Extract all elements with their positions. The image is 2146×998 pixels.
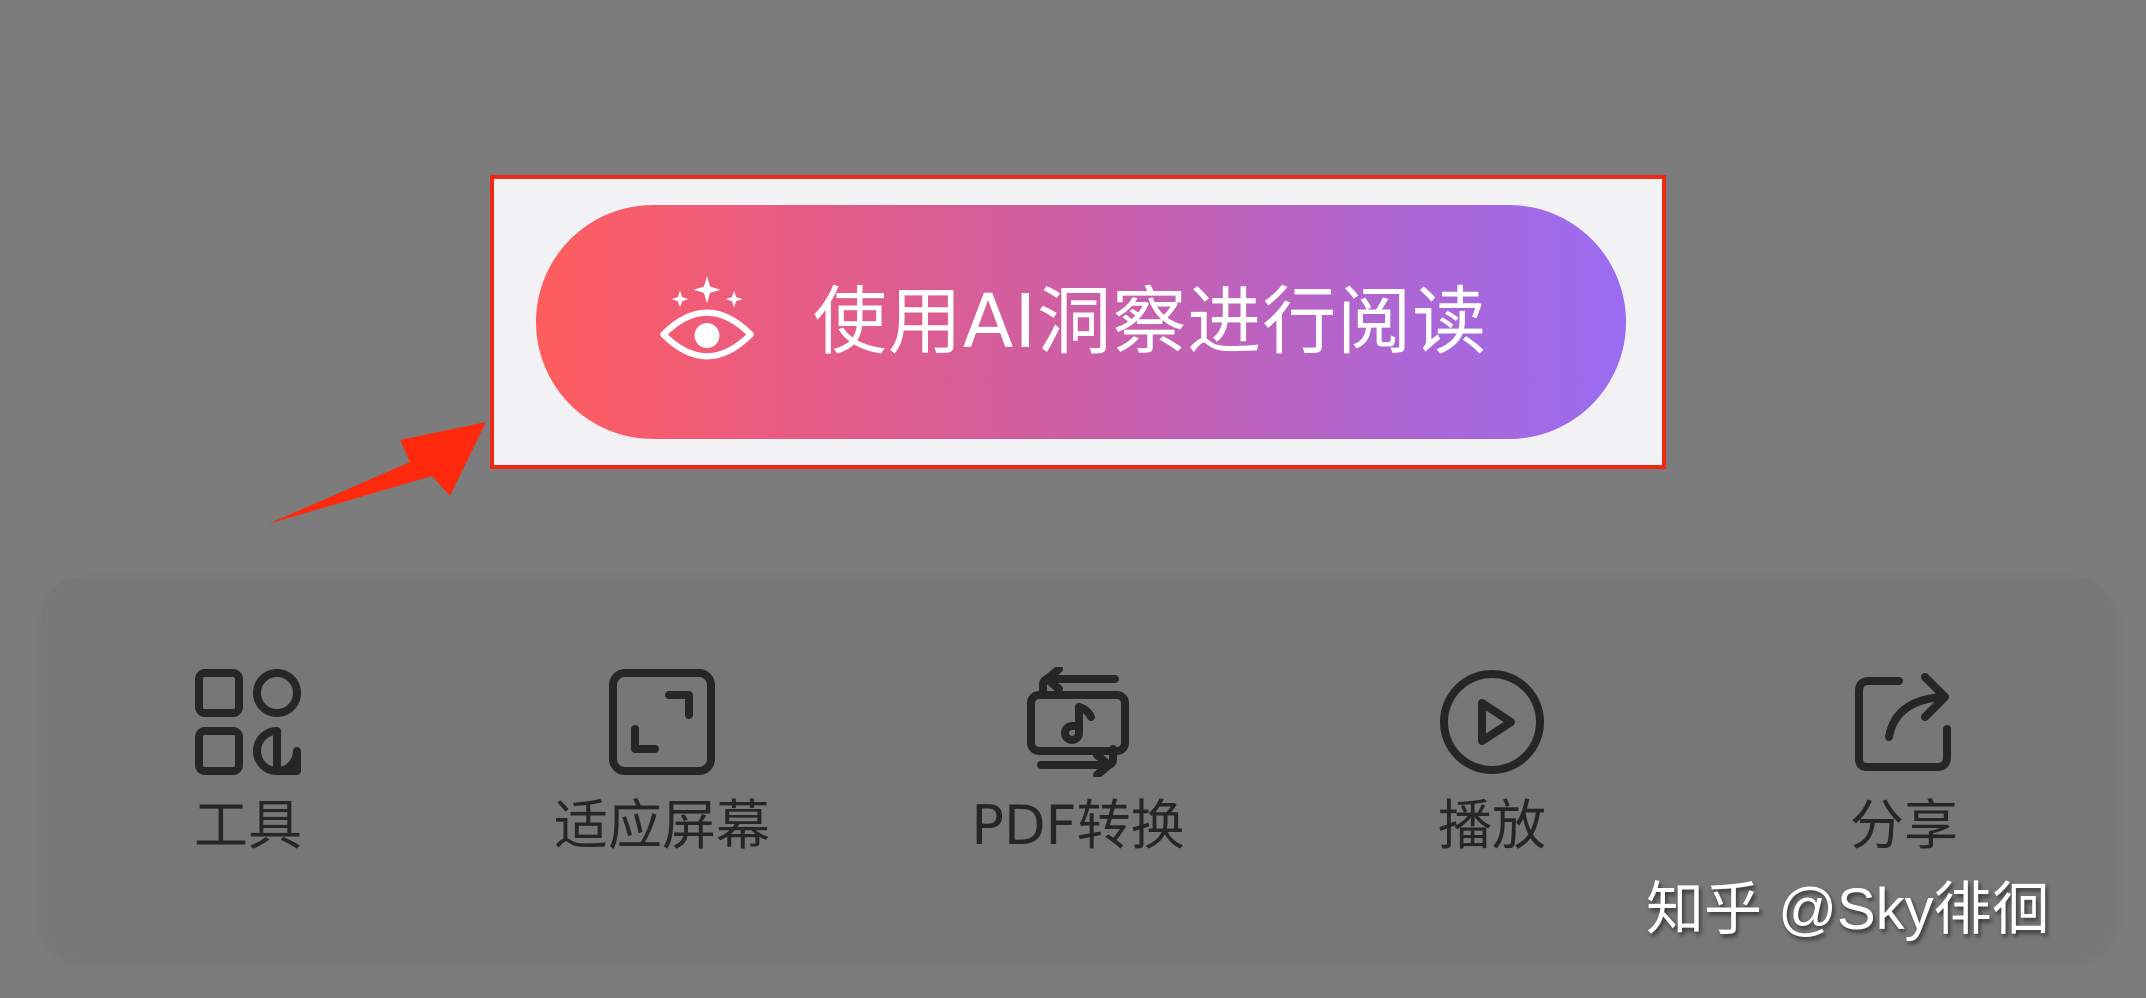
fit-screen-icon bbox=[607, 667, 717, 777]
play-icon bbox=[1437, 667, 1547, 777]
pdf-convert-icon bbox=[1023, 667, 1133, 777]
grid-tools-icon bbox=[193, 667, 303, 777]
toolbar-item-play[interactable]: 播放 bbox=[1342, 667, 1642, 877]
toolbar-item-fit-screen[interactable]: 适应屏幕 bbox=[512, 667, 812, 877]
toolbar-label-tools: 工具 bbox=[194, 794, 302, 857]
toolbar-item-share[interactable]: 分享 bbox=[1754, 667, 2054, 877]
toolbar-item-pdf-convert[interactable]: PDF转换 bbox=[928, 667, 1228, 877]
highlight-box: 使用AI洞察进行阅读 bbox=[490, 175, 1666, 469]
ai-button-label: 使用AI洞察进行阅读 bbox=[812, 279, 1488, 365]
toolbar-label-fit-screen: 适应屏幕 bbox=[554, 794, 770, 857]
toolbar-item-tools[interactable]: 工具 bbox=[98, 667, 398, 877]
sparkle-eye-icon bbox=[655, 270, 759, 374]
watermark: 知乎 @Sky徘徊 bbox=[1646, 877, 2050, 942]
annotation-arrow-icon bbox=[268, 422, 486, 524]
toolbar-label-share: 分享 bbox=[1850, 794, 1958, 857]
ai-insight-reading-button[interactable]: 使用AI洞察进行阅读 bbox=[536, 205, 1626, 439]
share-icon bbox=[1849, 667, 1959, 777]
toolbar-label-pdf-convert: PDF转换 bbox=[971, 794, 1185, 857]
toolbar-label-play: 播放 bbox=[1438, 794, 1546, 857]
